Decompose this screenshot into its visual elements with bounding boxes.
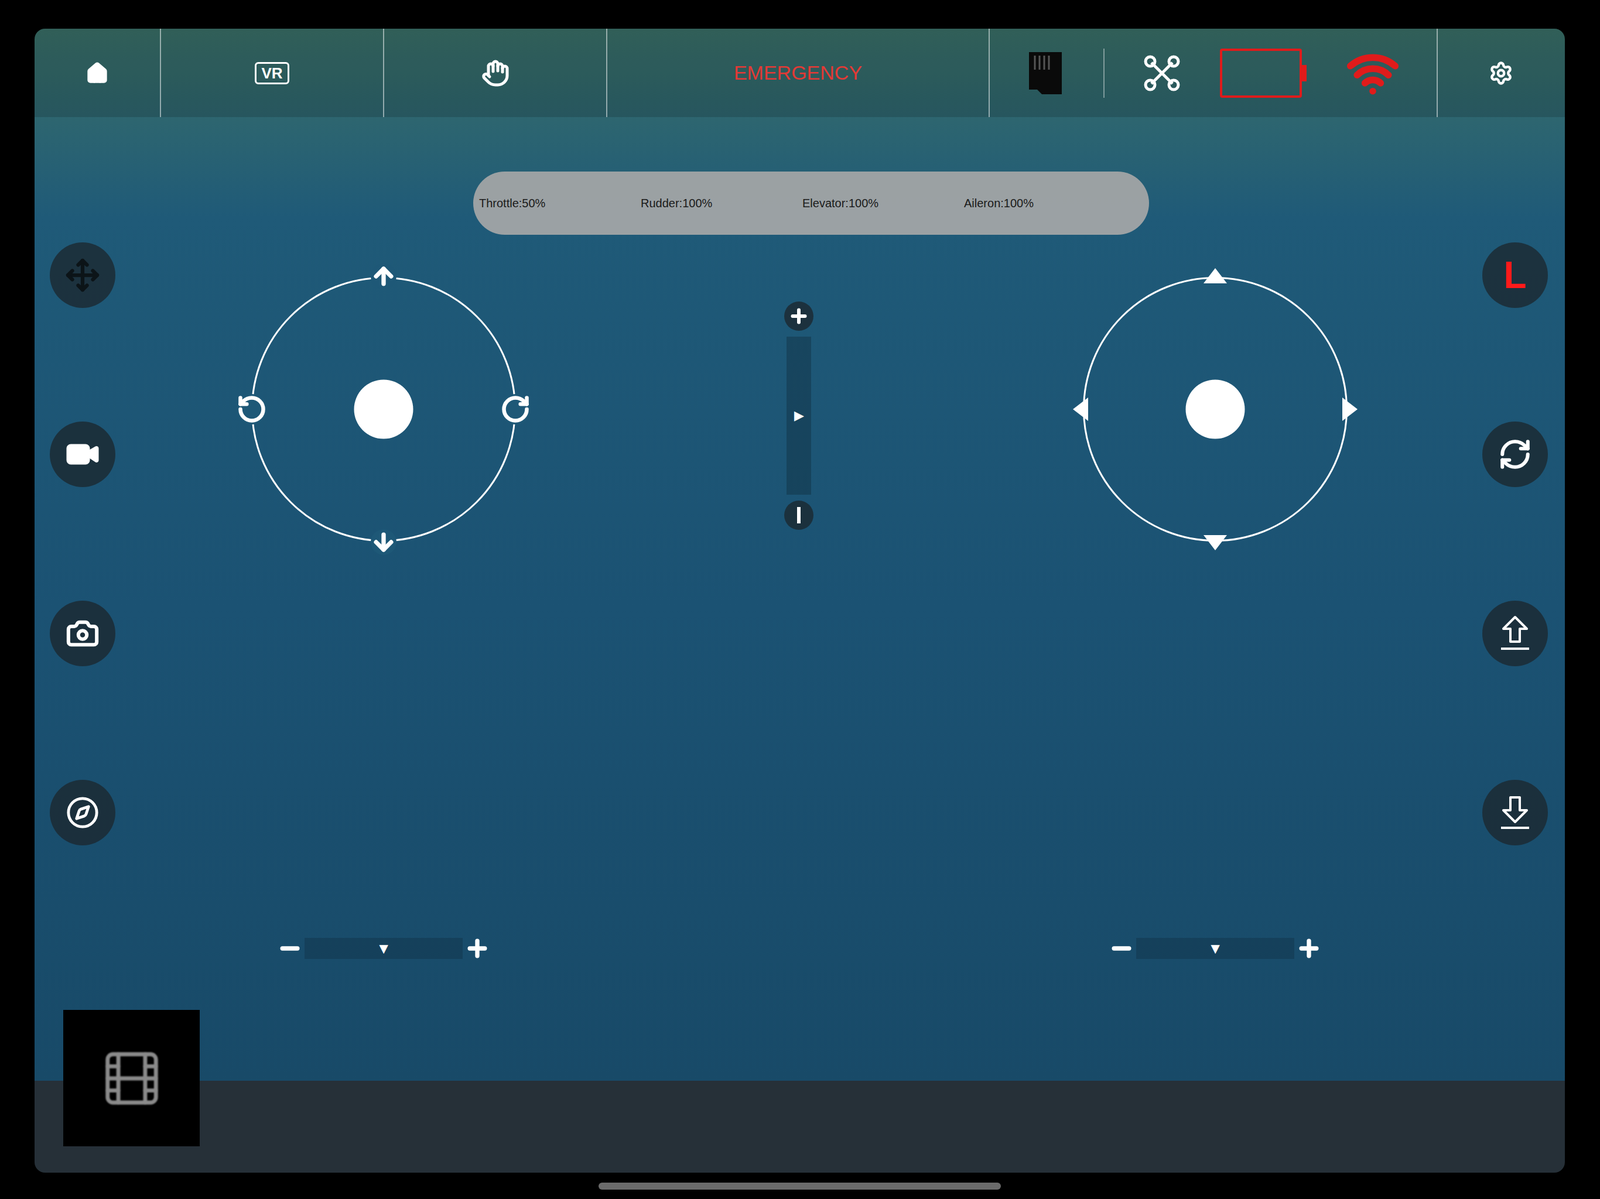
status-label: Aileron:100% — [963, 194, 1126, 213]
throttle-marker[interactable]: ▶ — [794, 409, 805, 423]
left-stick[interactable] — [251, 277, 516, 542]
crosshair-icon — [65, 257, 101, 293]
trim-minus-button[interactable] — [1106, 934, 1137, 964]
trim-track[interactable]: ▼ — [1136, 938, 1295, 960]
arrow-up-icon — [370, 263, 397, 290]
home-button[interactable] — [34, 28, 160, 118]
photo-button[interactable] — [49, 600, 116, 667]
battery-indicator — [1219, 48, 1307, 98]
screen: VR EMERGENCY Throttle:50%Rudder:100%Elevat… — [34, 28, 1565, 1174]
plus-icon — [464, 935, 491, 962]
vr-button[interactable]: VR — [159, 28, 384, 118]
video-camera-icon — [65, 436, 101, 473]
camera-icon — [65, 616, 100, 651]
emergency-button[interactable]: EMERGENCY — [606, 28, 989, 118]
stick-knob[interactable] — [354, 380, 414, 440]
wifi-icon — [1345, 46, 1400, 101]
drone-icon — [1143, 54, 1181, 92]
compass-button[interactable] — [49, 780, 116, 846]
status-label: Throttle:50% — [479, 194, 641, 213]
throttle-plus-button[interactable] — [784, 301, 814, 331]
trim-marker[interactable]: ▼ — [375, 941, 392, 957]
flip-button[interactable] — [1482, 421, 1548, 488]
takeoff-button[interactable] — [1482, 600, 1548, 667]
trim-control: ▼ — [275, 934, 492, 964]
gesture-button[interactable] — [383, 28, 607, 118]
camera-feed: VR EMERGENCY Throttle:50%Rudder:100%Elevat… — [34, 28, 1565, 1082]
mode-button[interactable]: L — [1482, 242, 1548, 309]
rotate-right-icon — [500, 394, 531, 425]
film-icon — [99, 1046, 164, 1111]
settings-button[interactable] — [1436, 28, 1565, 118]
status-pill: Throttle:50%Rudder:100%Elevator:100%Aile… — [473, 171, 1150, 235]
throttle-track[interactable]: ▶ — [786, 336, 812, 495]
home-icon — [85, 61, 109, 85]
stick-knob[interactable] — [1185, 380, 1246, 440]
plus-icon — [1296, 935, 1322, 962]
bottom-strip — [34, 1081, 1565, 1174]
trim-control: ▼ — [1106, 934, 1324, 964]
trim-plus-button[interactable] — [1294, 934, 1324, 964]
throttle-lock-button[interactable] — [784, 500, 814, 531]
trim-marker[interactable]: ▼ — [1207, 941, 1223, 957]
arrow-down-icon — [370, 529, 397, 556]
record-button[interactable] — [49, 421, 116, 488]
left-buttons — [49, 242, 116, 846]
right-buttons: L — [1482, 242, 1548, 846]
gear-icon — [1488, 60, 1514, 86]
joystick-mode-button[interactable] — [49, 242, 116, 309]
minus-icon — [1108, 935, 1135, 962]
plus-icon — [788, 305, 810, 327]
arrow-down-icon — [1202, 534, 1229, 552]
throttle-slider: ▶ — [784, 301, 814, 531]
sd-card-icon — [1026, 49, 1065, 97]
trim-plus-button[interactable] — [462, 934, 492, 964]
top-bar: VR EMERGENCY — [34, 28, 1565, 118]
takeoff-icon — [1496, 614, 1534, 653]
minus-icon — [277, 935, 303, 962]
status-label: Elevator:100% — [802, 194, 964, 213]
arrow-right-icon — [1341, 396, 1359, 423]
trim-minus-button[interactable] — [275, 934, 305, 964]
rotate-left-icon — [236, 394, 268, 425]
arrow-up-icon — [1202, 267, 1229, 285]
home-indicator[interactable] — [598, 1183, 1001, 1191]
status-icons — [988, 28, 1437, 118]
app: VR EMERGENCY Throttle:50%Rudder:100%Elevat… — [0, 0, 1600, 1199]
arrow-left-icon — [1071, 396, 1090, 423]
status-label: Rudder:100% — [640, 194, 803, 213]
hand-icon — [481, 59, 510, 88]
media-thumbnail[interactable] — [63, 1010, 200, 1147]
bar-icon — [797, 507, 801, 524]
land-button[interactable] — [1482, 780, 1548, 846]
rotate-icon — [1498, 437, 1533, 472]
trim-track[interactable]: ▼ — [304, 938, 463, 960]
land-icon — [1496, 794, 1534, 832]
compass-icon — [65, 795, 100, 830]
right-stick[interactable] — [1082, 277, 1348, 542]
